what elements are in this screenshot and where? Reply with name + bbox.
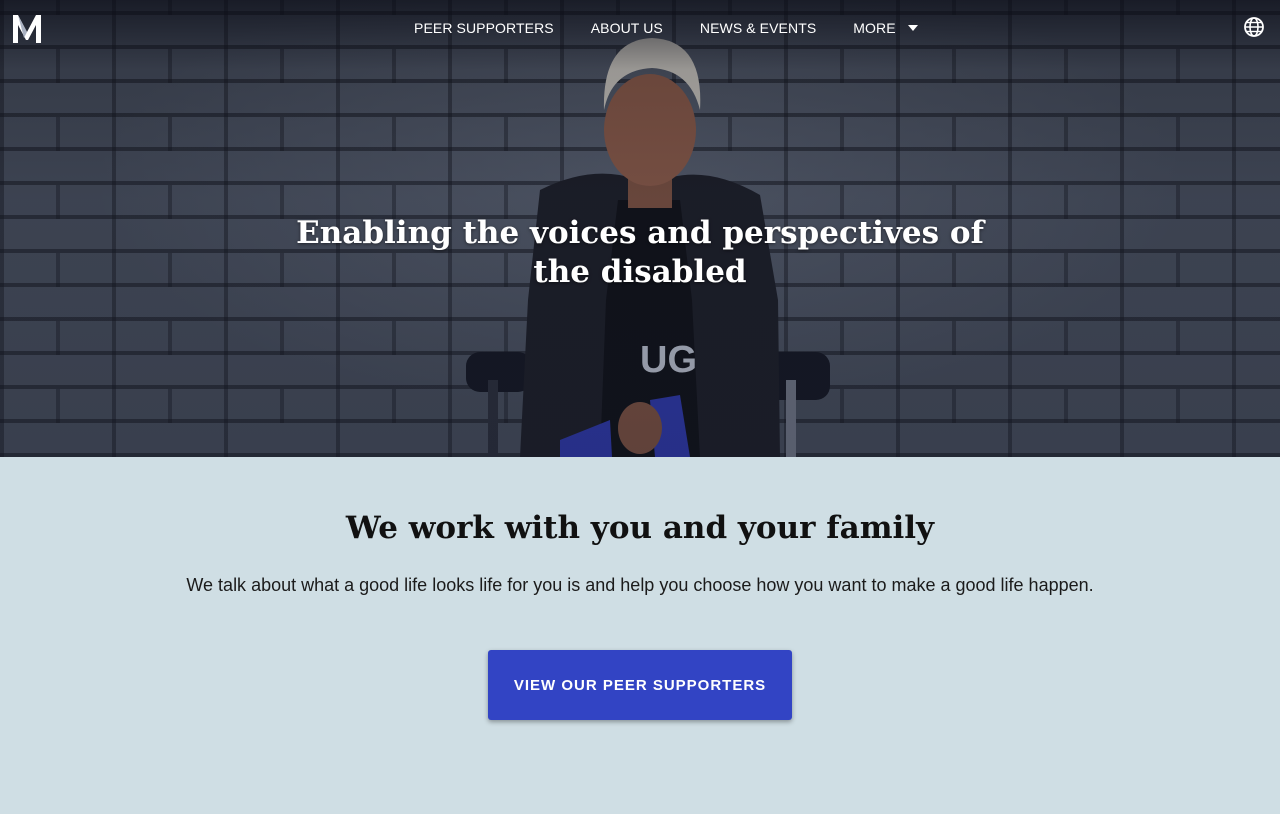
section-description: We talk about what a good life looks lif… bbox=[186, 575, 1094, 595]
top-navigation: PEER SUPPORTERS ABOUT US NEWS & EVENTS M… bbox=[0, 0, 1280, 56]
nav-news-events[interactable]: NEWS & EVENTS bbox=[700, 20, 816, 36]
section-heading: We work with you and your family bbox=[345, 510, 935, 546]
nav-peer-supporters[interactable]: PEER SUPPORTERS bbox=[414, 20, 554, 36]
nav-more-label: MORE bbox=[853, 20, 896, 36]
logo-icon[interactable] bbox=[12, 12, 42, 44]
globe-icon[interactable] bbox=[1244, 17, 1264, 37]
main-menu: PEER SUPPORTERS ABOUT US NEWS & EVENTS M… bbox=[414, 0, 918, 56]
nav-more[interactable]: MORE bbox=[853, 20, 918, 36]
nav-about-us[interactable]: ABOUT US bbox=[591, 20, 663, 36]
caret-down-icon bbox=[907, 25, 918, 31]
hero-title: Enabling the voices and perspectives of … bbox=[296, 215, 984, 290]
intro-section: We work with you and your family We talk… bbox=[0, 457, 1280, 814]
view-peer-supporters-button[interactable]: VIEW OUR PEER SUPPORTERS bbox=[488, 650, 792, 720]
